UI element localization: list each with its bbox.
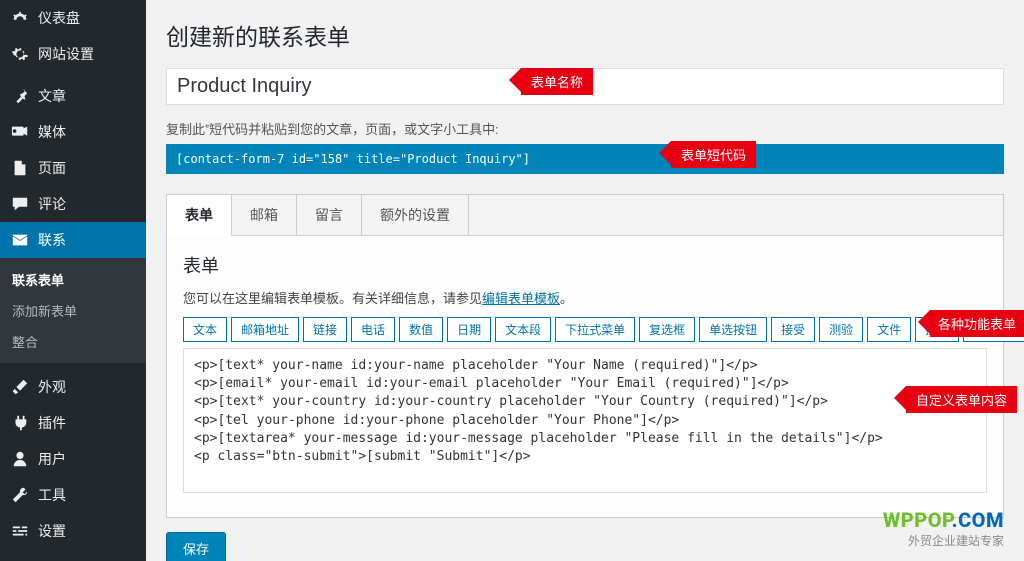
- tag-url[interactable]: 链接: [303, 317, 347, 342]
- page-title: 创建新的联系表单: [166, 18, 1004, 52]
- annotation-custom-content: 自定义表单内容: [906, 386, 1017, 413]
- sidebar-item-label: 文章: [38, 86, 66, 106]
- tag-number[interactable]: 数值: [399, 317, 443, 342]
- page-icon: [10, 158, 30, 178]
- tag-quiz[interactable]: 测验: [819, 317, 863, 342]
- save-button[interactable]: 保存: [166, 532, 226, 561]
- sidebar-item-contact[interactable]: 联系: [0, 222, 146, 258]
- panel-heading: 表单: [183, 252, 987, 278]
- sidebar-subitem-add-new[interactable]: 添加新表单: [0, 295, 146, 326]
- sidebar-item-label: 媒体: [38, 122, 66, 142]
- user-icon: [10, 449, 30, 469]
- admin-sidebar: 仪表盘 网站设置 文章 媒体 页面 评论 联系 联系表单 添加新表单: [0, 0, 146, 561]
- sidebar-item-tools[interactable]: 工具: [0, 477, 146, 513]
- sidebar-item-users[interactable]: 用户: [0, 441, 146, 477]
- sidebar-item-appearance[interactable]: 外观: [0, 369, 146, 405]
- sidebar-item-label: 用户: [38, 449, 66, 469]
- edit-template-link[interactable]: 编辑表单模板: [482, 292, 560, 307]
- sidebar-subitem-contact-forms[interactable]: 联系表单: [0, 264, 146, 295]
- sidebar-item-plugins[interactable]: 插件: [0, 405, 146, 441]
- sidebar-item-label: 仪表盘: [38, 8, 80, 28]
- shortcode-bar[interactable]: [contact-form-7 id="158" title="Product …: [166, 144, 1004, 174]
- sidebar-item-label: 工具: [38, 485, 66, 505]
- panel-tabs: 表单 邮箱 留言 额外的设置: [167, 195, 1003, 236]
- sidebar-submenu: 联系表单 添加新表单 整合: [0, 258, 146, 363]
- form-template-textarea[interactable]: [183, 348, 987, 493]
- sidebar-item-label: 评论: [38, 194, 66, 214]
- media-icon: [10, 122, 30, 142]
- sidebar-item-label: 设置: [38, 521, 66, 541]
- sidebar-item-media[interactable]: 媒体: [0, 114, 146, 150]
- sidebar-item-label: 联系: [38, 230, 66, 250]
- annotation-functions: 各种功能表单: [930, 310, 1024, 337]
- mail-icon: [10, 230, 30, 250]
- tag-text[interactable]: 文本: [183, 317, 227, 342]
- annotation-title: 表单名称: [521, 68, 593, 95]
- tag-generator-row: 文本 邮箱地址 链接 电话 数值 日期 文本段 下拉式菜单 复选框 单选按钮 接…: [183, 317, 987, 342]
- sidebar-item-label: 外观: [38, 377, 66, 397]
- tab-mail[interactable]: 邮箱: [232, 195, 297, 235]
- sidebar-item-site-settings[interactable]: 网站设置: [0, 36, 146, 72]
- tag-date[interactable]: 日期: [447, 317, 491, 342]
- annotation-shortcode: 表单短代码: [671, 141, 756, 168]
- sidebar-item-dashboard[interactable]: 仪表盘: [0, 0, 146, 36]
- sidebar-subitem-integration[interactable]: 整合: [0, 326, 146, 357]
- brush-icon: [10, 377, 30, 397]
- brand-watermark: WPPOP.COM 外贸企业建站专家: [883, 508, 1004, 549]
- tag-checkbox[interactable]: 复选框: [639, 317, 695, 342]
- tag-radio[interactable]: 单选按钮: [699, 317, 767, 342]
- tag-textarea[interactable]: 文本段: [495, 317, 551, 342]
- sidebar-item-pages[interactable]: 页面: [0, 150, 146, 186]
- sidebar-item-posts[interactable]: 文章: [0, 78, 146, 114]
- tag-dropdown[interactable]: 下拉式菜单: [555, 317, 635, 342]
- sidebar-item-label: 页面: [38, 158, 66, 178]
- tag-tel[interactable]: 电话: [351, 317, 395, 342]
- tag-file[interactable]: 文件: [867, 317, 911, 342]
- main-content: 创建新的联系表单 表单名称 复制此"短代码并粘贴到您的文章，页面，或文字小工具中…: [146, 0, 1024, 561]
- tab-form[interactable]: 表单: [167, 195, 232, 236]
- comment-icon: [10, 194, 30, 214]
- panel-hint: 您可以在这里编辑表单模板。有关详细信息，请参见编辑表单模板。: [183, 288, 987, 307]
- sidebar-item-label: 网站设置: [38, 44, 94, 64]
- sidebar-item-label: 插件: [38, 413, 66, 433]
- tag-email[interactable]: 邮箱地址: [231, 317, 299, 342]
- pin-icon: [10, 86, 30, 106]
- sliders-icon: [10, 521, 30, 541]
- tag-acceptance[interactable]: 接受: [771, 317, 815, 342]
- sidebar-item-settings[interactable]: 设置: [0, 513, 146, 549]
- plug-icon: [10, 413, 30, 433]
- shortcode-hint: 复制此"短代码并粘贴到您的文章，页面，或文字小工具中:: [166, 119, 1004, 138]
- tab-messages[interactable]: 留言: [297, 195, 362, 235]
- tab-extra-settings[interactable]: 额外的设置: [362, 195, 469, 235]
- form-panel: 表单 邮箱 留言 额外的设置 表单 您可以在这里编辑表单模板。有关详细信息，请参…: [166, 194, 1004, 518]
- gear-icon: [10, 44, 30, 64]
- dashboard-icon: [10, 8, 30, 28]
- wrench-icon: [10, 485, 30, 505]
- sidebar-item-comments[interactable]: 评论: [0, 186, 146, 222]
